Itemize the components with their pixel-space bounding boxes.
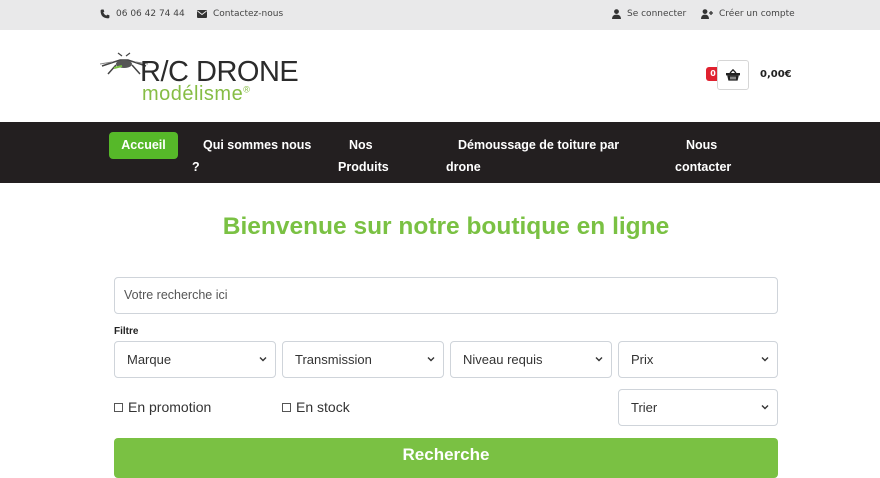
register-label: Créer un compte: [719, 9, 795, 19]
phone-icon: [100, 9, 110, 19]
brand-select[interactable]: Marque: [114, 341, 276, 378]
nav-item-demoussage[interactable]: Démoussage de toiture par drone: [446, 134, 619, 178]
cart-button[interactable]: [717, 60, 749, 90]
logo-subtitle: modélisme®: [142, 83, 250, 106]
sort-select[interactable]: Trier: [618, 389, 778, 426]
nav-item-nos-produits[interactable]: Nos Produits: [338, 134, 389, 178]
logo-subtitle-text: modélisme: [142, 83, 244, 105]
basket-icon: [726, 69, 740, 81]
nav-item-label-line1: Démoussage de toiture par: [458, 138, 620, 152]
user-icon: [612, 9, 621, 19]
transmission-select-value: Transmission: [295, 352, 372, 367]
nav-item-nous-contacter[interactable]: Nous contacter: [675, 134, 731, 178]
nav-item-qui-sommes-nous[interactable]: Qui sommes nous ?: [192, 134, 311, 178]
stock-checkbox-box[interactable]: [282, 402, 291, 412]
main-nav: Accueil Qui sommes nous ? Nos Produits D…: [0, 122, 880, 183]
page-title: Bienvenue sur notre boutique en ligne: [222, 213, 670, 240]
stock-checkbox-label: En stock: [296, 399, 350, 415]
level-select-value: Niveau requis: [463, 352, 543, 367]
nav-item-label-line1: Nos: [349, 138, 373, 152]
chevron-down-icon: [761, 357, 769, 362]
logo-registered-mark: ®: [243, 84, 251, 95]
nav-item-label-line2: contacter: [675, 160, 732, 174]
cart-total: 0,00€: [760, 69, 792, 80]
nav-item-label-line1: Qui sommes nous: [203, 138, 312, 152]
envelope-icon: [197, 10, 207, 18]
price-select-value: Prix: [631, 352, 654, 367]
nav-item-label-line2: drone: [446, 160, 481, 174]
contact-label: Contactez-nous: [213, 9, 284, 19]
chevron-down-icon: [259, 357, 267, 362]
contact-link[interactable]: Contactez-nous: [197, 9, 283, 19]
phone-number: 06 06 42 74 44: [116, 9, 185, 19]
phone-link[interactable]: 06 06 42 74 44: [100, 9, 185, 19]
nav-item-label-line2: ?: [192, 160, 200, 174]
login-label: Se connecter: [627, 9, 687, 19]
nav-item-label-line2: Produits: [338, 160, 389, 174]
search-input[interactable]: Votre recherche ici: [114, 277, 778, 314]
chevron-down-icon: [761, 405, 769, 410]
filter-label: Filtre: [114, 326, 139, 337]
stock-checkbox[interactable]: En stock: [282, 399, 350, 415]
promo-checkbox-label: En promotion: [128, 399, 212, 415]
search-button[interactable]: Recherche: [114, 438, 778, 478]
level-select[interactable]: Niveau requis: [450, 341, 612, 378]
chevron-down-icon: [427, 357, 435, 362]
user-plus-icon: [701, 9, 713, 19]
sort-select-value: Trier: [631, 400, 658, 415]
site-logo[interactable]: R/C DRONE modélisme®: [100, 50, 320, 110]
promo-checkbox[interactable]: En promotion: [114, 399, 211, 415]
promo-checkbox-box[interactable]: [114, 402, 123, 412]
brand-select-value: Marque: [127, 352, 172, 367]
price-select[interactable]: Prix: [618, 341, 778, 378]
login-link[interactable]: Se connecter: [612, 9, 686, 19]
nav-item-label-line1: Nous: [686, 138, 718, 152]
register-link[interactable]: Créer un compte: [701, 9, 795, 19]
top-bar: 06 06 42 74 44 Contactez-nous Se connect…: [0, 0, 880, 30]
nav-item-accueil[interactable]: Accueil: [109, 132, 178, 159]
chevron-down-icon: [595, 357, 603, 362]
transmission-select[interactable]: Transmission: [282, 341, 444, 378]
